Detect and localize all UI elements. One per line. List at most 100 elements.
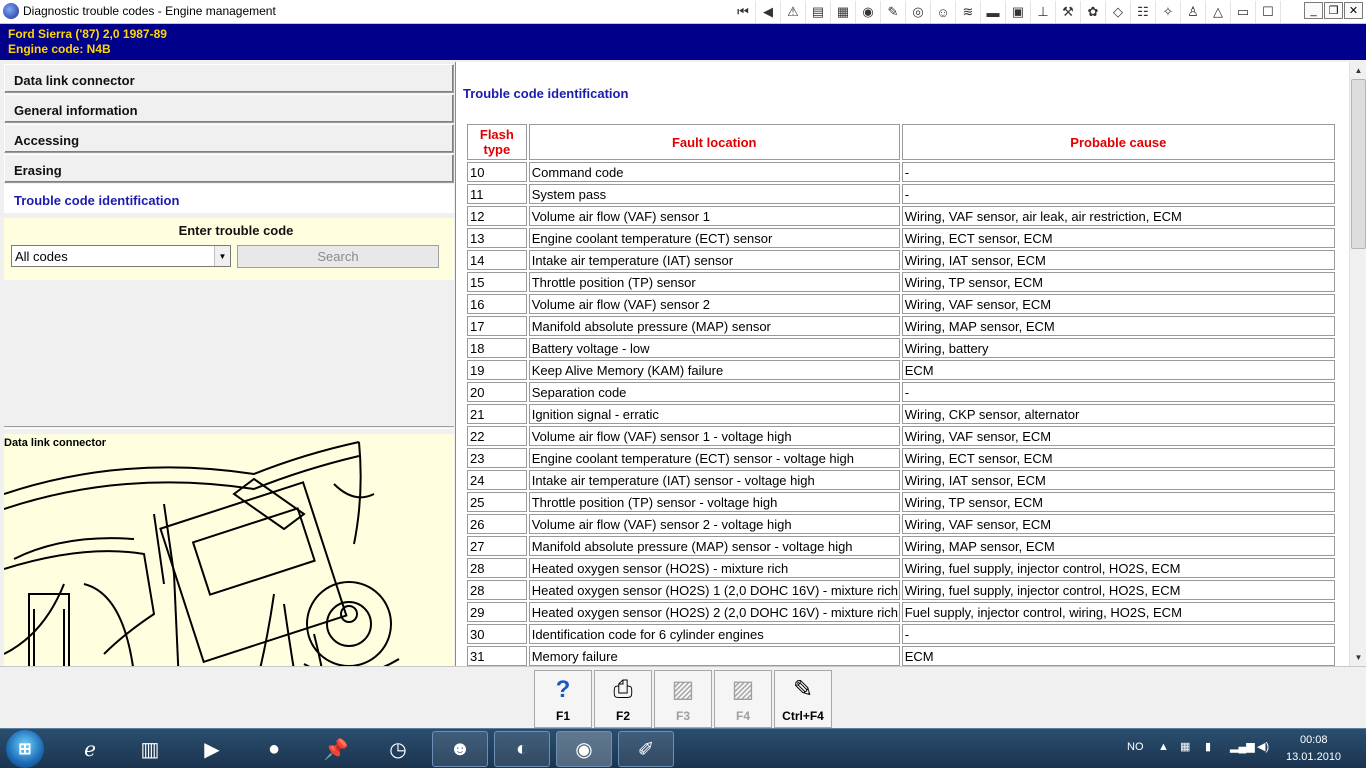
code-select[interactable]: All codes ▼: [11, 245, 231, 267]
nav-item-general-information[interactable]: General information: [4, 94, 454, 123]
probable-cause-cell: Wiring, IAT sensor, ECM: [901, 250, 1335, 270]
ctrl-f4-label: Ctrl+F4: [782, 709, 824, 723]
start-button[interactable]: ⊞: [6, 730, 44, 768]
vertical-scrollbar[interactable]: ▲ ▼: [1349, 62, 1366, 666]
nav-item-accessing[interactable]: Accessing: [4, 124, 454, 153]
warning-icon[interactable]: ⚠: [781, 1, 806, 23]
search-button[interactable]: Search: [237, 245, 439, 268]
table-row: 28 Heated oxygen sensor (HO2S) 1 (2,0 DOH…: [467, 580, 1335, 600]
battery-icon[interactable]: ▮: [1205, 740, 1211, 753]
scroll-down-icon[interactable]: ▼: [1350, 649, 1366, 666]
clock-app-icon[interactable]: ◷: [370, 731, 426, 767]
probable-cause-cell: Wiring, fuel supply, injector control, H…: [901, 580, 1335, 600]
fault-location-cell: Heated oxygen sensor (HO2S) - mixture ri…: [528, 558, 900, 578]
ctrl-f4-notepad-button[interactable]: ✎ Ctrl+F4: [774, 670, 832, 728]
probable-cause-cell: -: [901, 624, 1335, 644]
flash-type-cell: 26: [467, 514, 527, 534]
enter-code-label: Enter trouble code: [178, 223, 294, 238]
probable-cause-cell: Wiring, battery: [901, 338, 1335, 358]
engine-icon[interactable]: ✿: [1081, 1, 1106, 23]
clock-date[interactable]: 13.01.2010: [1286, 751, 1341, 763]
f2-print-button[interactable]: ⎙ F2: [594, 670, 652, 728]
probable-cause-cell: Wiring, ECT sensor, ECM: [901, 448, 1335, 468]
table-row: 21 Ignition signal - erratic Wiring, CKP s…: [467, 404, 1335, 424]
f3-button[interactable]: ▨ F3: [654, 670, 712, 728]
timing-icon[interactable]: ✧: [1156, 1, 1181, 23]
firefox-icon[interactable]: ◐: [494, 731, 550, 767]
vehicle-icon[interactable]: ▭: [1231, 1, 1256, 23]
table-row: 25 Throttle position (TP) sensor - voltag…: [467, 492, 1335, 512]
language-indicator[interactable]: NO: [1127, 741, 1144, 753]
fault-location-cell: Keep Alive Memory (KAM) failure: [528, 360, 900, 380]
probable-cause-cell: -: [901, 184, 1335, 204]
table-row: 31 Memory failure ECM: [467, 646, 1335, 666]
people-app-icon[interactable]: ☻: [432, 731, 488, 767]
tray-expand-icon[interactable]: ▲: [1158, 741, 1169, 753]
clock-time[interactable]: 00:08: [1300, 734, 1328, 746]
file-explorer-icon[interactable]: ▥: [122, 731, 178, 767]
vehicle-info-bar: Ford Sierra ('87) 2,0 1987-89 Engine cod…: [0, 24, 1366, 60]
content-title: Trouble code identification: [463, 86, 629, 101]
f4-label: F4: [735, 709, 750, 723]
fault-location-cell: Ignition signal - erratic: [528, 404, 900, 424]
first-page-icon[interactable]: ⏮: [731, 1, 756, 23]
note-icon[interactable]: ☐: [1256, 1, 1281, 23]
nav-item-erasing[interactable]: Erasing: [4, 154, 454, 183]
flash-type-cell: 30: [467, 624, 527, 644]
back-icon[interactable]: ◀: [756, 1, 781, 23]
f1-help-button[interactable]: ? F1: [534, 670, 592, 728]
chevron-down-icon[interactable]: ▼: [214, 246, 230, 266]
diagnostic-icon[interactable]: ☷: [1131, 1, 1156, 23]
technician-icon[interactable]: ☺: [931, 1, 956, 23]
diagnostic-app-icon[interactable]: ◉: [556, 731, 612, 767]
table-row: 16 Volume air flow (VAF) sensor 2 Wiring, …: [467, 294, 1335, 314]
flash-type-cell: 29: [467, 602, 527, 622]
minimize-button[interactable]: _: [1304, 2, 1323, 19]
flash-type-cell: 20: [467, 382, 527, 402]
scroll-thumb[interactable]: [1351, 79, 1366, 249]
probable-cause-cell: Wiring, VAF sensor, ECM: [901, 294, 1335, 314]
media-player-icon[interactable]: ▶: [184, 731, 240, 767]
flash-type-cell: 16: [467, 294, 527, 314]
sensor-icon[interactable]: ◎: [906, 1, 931, 23]
lift-icon[interactable]: ⊥: [1031, 1, 1056, 23]
flash-type-cell: 21: [467, 404, 527, 424]
maximize-button[interactable]: ❐: [1324, 2, 1343, 19]
flash-type-cell: 22: [467, 426, 527, 446]
close-button[interactable]: ✕: [1344, 2, 1363, 19]
user-app-icon[interactable]: ●: [246, 731, 302, 767]
document-icon[interactable]: ▤: [806, 1, 831, 23]
table-row: 11 System pass -: [467, 184, 1335, 204]
flash-type-cell: 18: [467, 338, 527, 358]
trouble-code-table: Flash type Fault location Probable cause…: [465, 122, 1337, 666]
fault-location-cell: Command code: [528, 162, 900, 182]
signal-icon[interactable]: ▂▄▆: [1230, 740, 1255, 753]
nav-item-trouble-code-identification[interactable]: Trouble code identification: [4, 184, 454, 213]
header-probable-cause: Probable cause: [901, 124, 1335, 160]
panel-divider[interactable]: [4, 426, 454, 429]
vehicle-model: Ford Sierra ('87) 2,0 1987-89: [8, 27, 167, 41]
wrench-icon[interactable]: ⚒: [1056, 1, 1081, 23]
probable-cause-cell: Wiring, VAF sensor, ECM: [901, 514, 1335, 534]
save-icon[interactable]: ▣: [1006, 1, 1031, 23]
alert-icon[interactable]: △: [1206, 1, 1231, 23]
wiring-icon[interactable]: ≋: [956, 1, 981, 23]
tools-icon[interactable]: ✎: [881, 1, 906, 23]
ecu-icon[interactable]: ◉: [856, 1, 881, 23]
fault-location-cell: Engine coolant temperature (ECT) sensor …: [528, 448, 900, 468]
car-icon[interactable]: ◇: [1106, 1, 1131, 23]
f4-button[interactable]: ▨ F4: [714, 670, 772, 728]
internet-explorer-icon[interactable]: ℯ: [62, 731, 118, 767]
person-icon[interactable]: ♙: [1181, 1, 1206, 23]
probable-cause-cell: -: [901, 382, 1335, 402]
nav-item-data-link-connector[interactable]: Data link connector: [4, 64, 454, 93]
notepad-icon: ✎: [792, 676, 814, 703]
map-icon[interactable]: ▦: [831, 1, 856, 23]
pin-app-icon[interactable]: 📌: [308, 731, 364, 767]
fuse-icon[interactable]: ▬: [981, 1, 1006, 23]
network-icon[interactable]: ▦: [1180, 740, 1190, 753]
fault-location-cell: Manifold absolute pressure (MAP) sensor: [528, 316, 900, 336]
volume-icon[interactable]: ◀): [1257, 740, 1269, 753]
paint-icon[interactable]: ✐: [618, 731, 674, 767]
scroll-up-icon[interactable]: ▲: [1350, 62, 1366, 79]
